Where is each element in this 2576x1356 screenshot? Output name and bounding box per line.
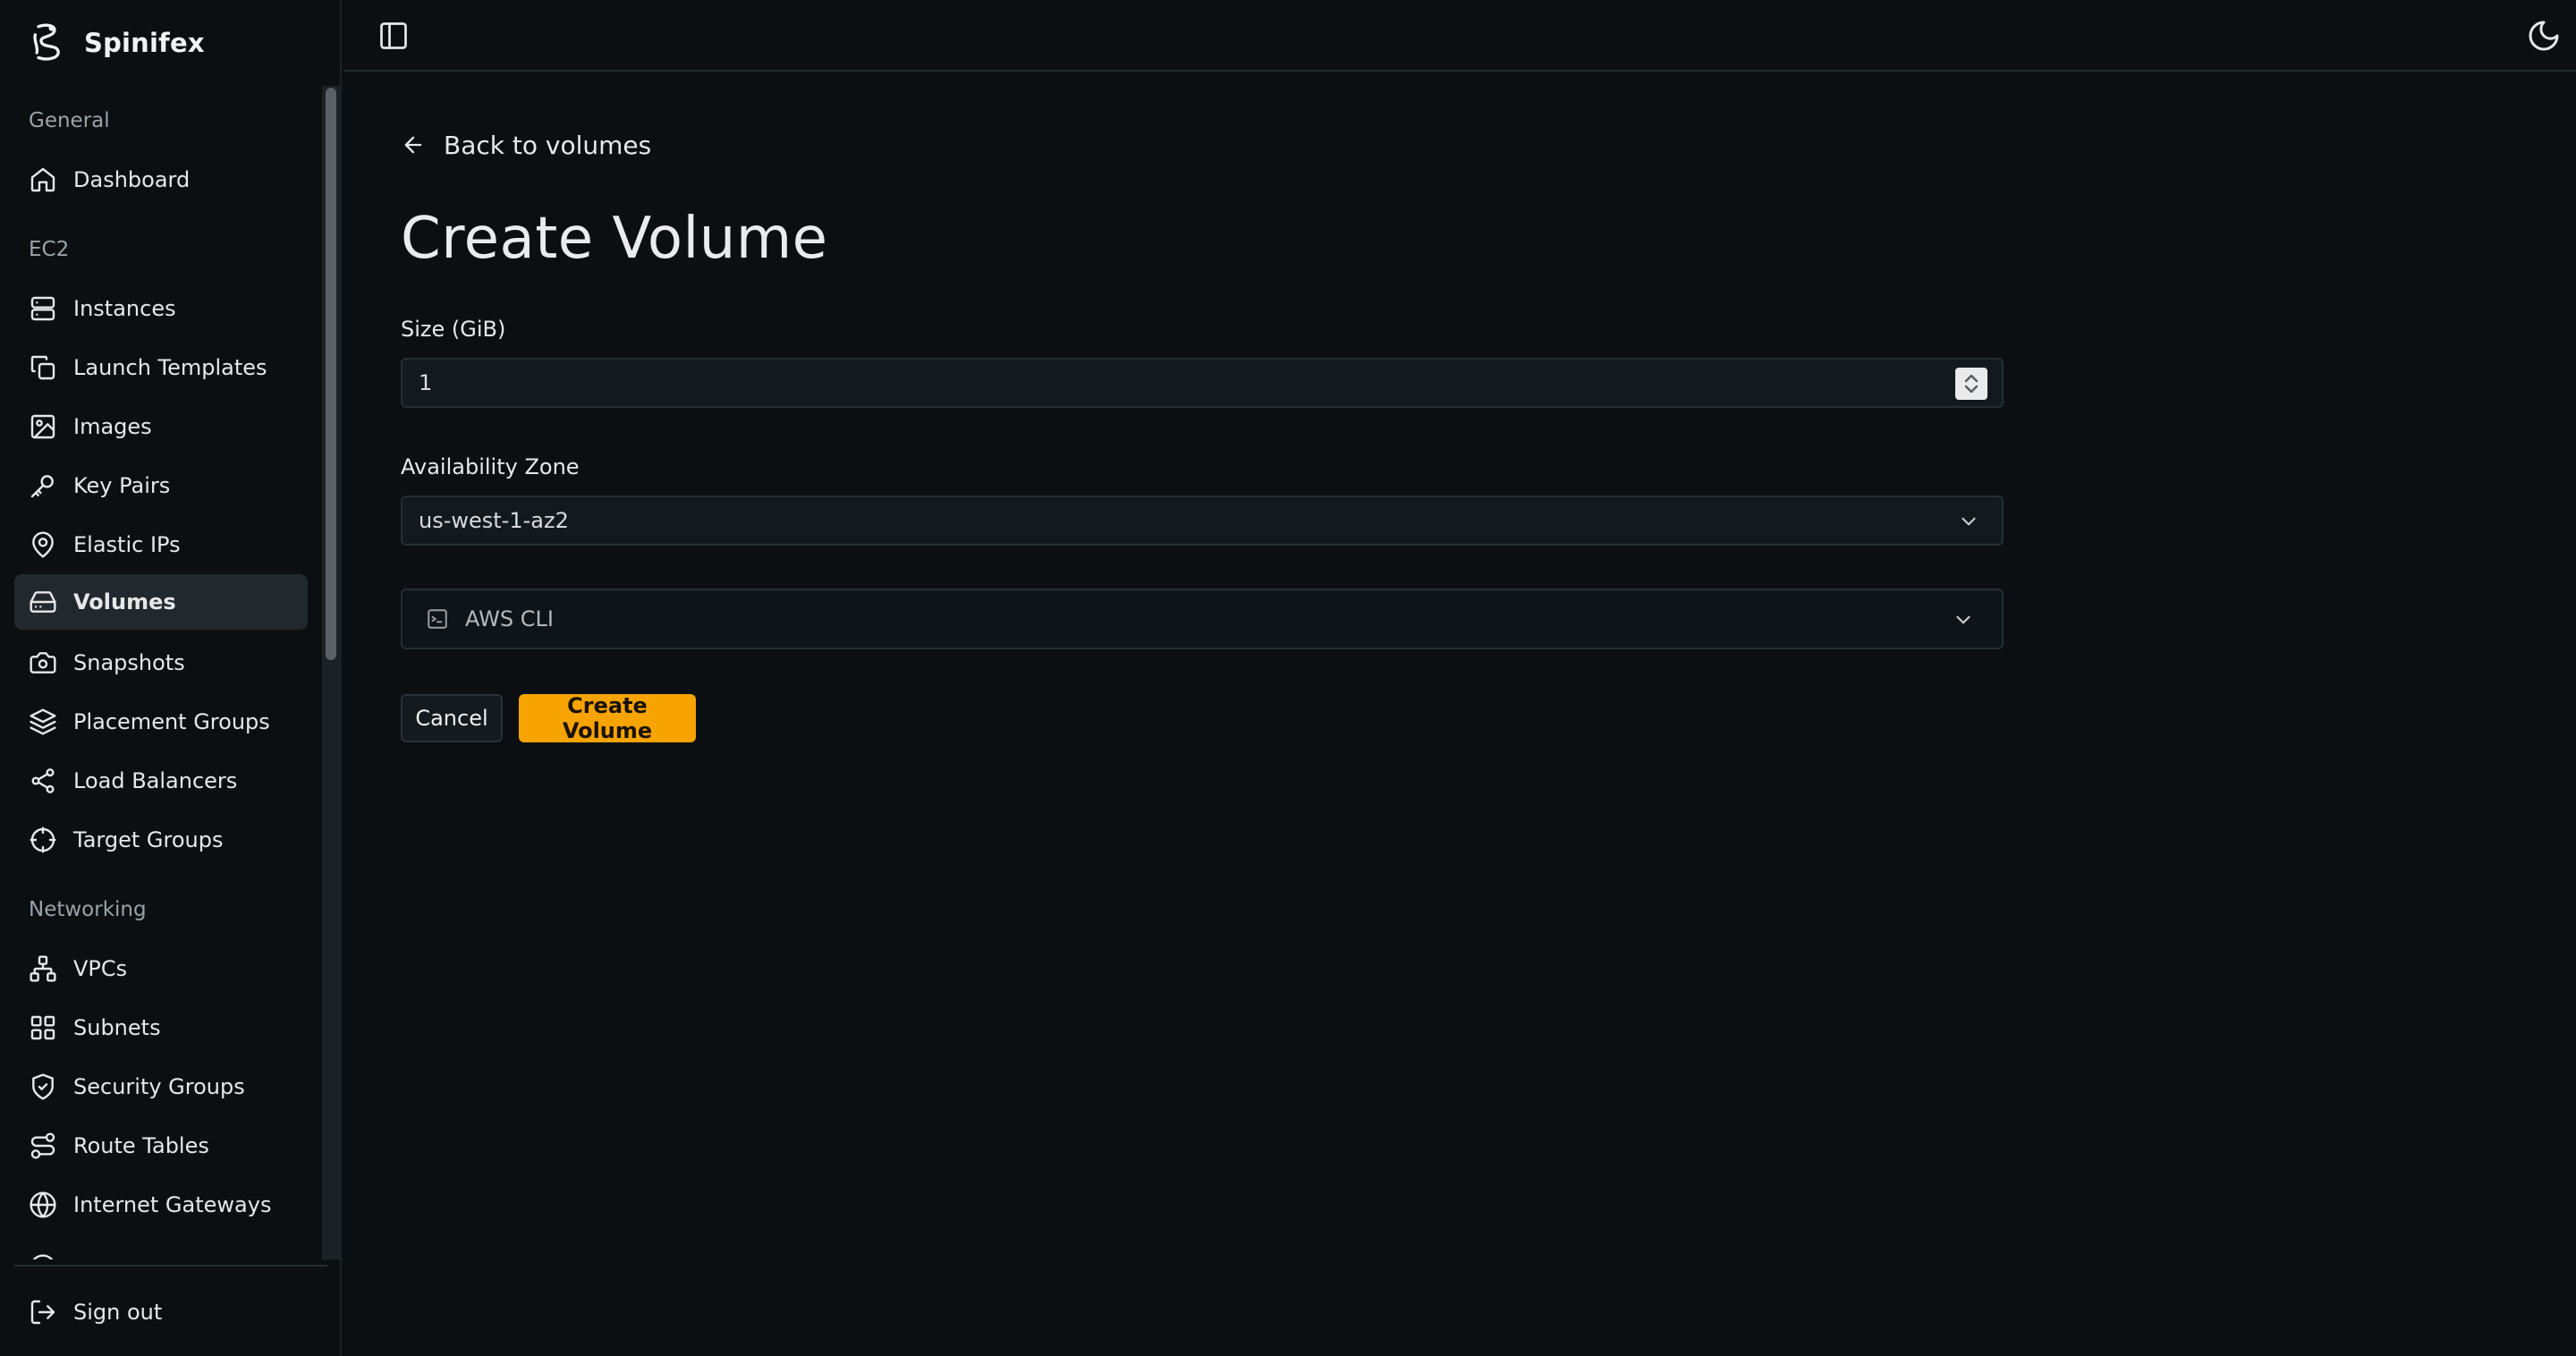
size-input[interactable]: 1 (401, 358, 2004, 408)
sidebar-item-label: Instances (73, 296, 176, 321)
availability-zone-label: Availability Zone (401, 454, 580, 479)
home-icon (30, 167, 55, 192)
availability-zone-select[interactable]: us-west-1-az2 (401, 496, 2004, 546)
key-icon (30, 475, 54, 498)
sidebar-item-label: Dashboard (73, 167, 191, 192)
sidebar-divider (14, 1265, 327, 1267)
cancel-button[interactable]: Cancel (401, 694, 503, 742)
sidebar-item-label: Launch Templates (73, 355, 267, 380)
chevron-up-down-icon (1964, 374, 1979, 394)
sidebar-item-instances[interactable]: Instances (14, 281, 308, 336)
sign-out-button[interactable]: Sign out (14, 1284, 308, 1340)
sidebar-nav[interactable]: General Dashboard EC2 Instances Launch T… (0, 86, 329, 1259)
grid-icon (30, 1015, 55, 1040)
sidebar-item-volumes[interactable]: Volumes (14, 574, 308, 630)
log-out-icon (30, 1300, 55, 1325)
sidebar-toggle-button[interactable] (377, 20, 410, 52)
copy-icon (30, 355, 55, 380)
brand-name: Spinifex (84, 28, 205, 58)
spinifex-logo-icon (29, 21, 68, 64)
sidebar-item-label: VPCs (73, 956, 128, 981)
sidebar-item-label: Load Balancers (73, 768, 238, 793)
sidebar-item-label: Key Pairs (73, 473, 171, 498)
brand[interactable]: Spinifex (29, 20, 205, 66)
chevron-down-icon (1952, 608, 1975, 631)
sidebar-item-label: Elastic IPs (73, 532, 181, 557)
sidebar-item-snapshots[interactable]: Snapshots (14, 635, 308, 691)
size-stepper[interactable] (1955, 368, 1987, 400)
route-icon (30, 1132, 55, 1159)
app-root: Spinifex General Dashboard EC2 Instances… (0, 0, 2576, 1356)
sidebar-item-label: Route Tables (73, 1133, 209, 1158)
chevron-down-icon (1962, 517, 1976, 526)
crosshair-icon (30, 826, 56, 853)
workflow-icon (31, 768, 55, 793)
sidebar-item-internet-gateways[interactable]: Internet Gateways (14, 1177, 308, 1233)
sidebar-item-label: Internet Gateways (73, 1192, 272, 1217)
aws-cli-label: AWS CLI (465, 606, 554, 631)
availability-zone-value: us-west-1-az2 (419, 508, 569, 533)
sidebar-item-launch-templates[interactable]: Launch Templates (14, 340, 308, 395)
sidebar: Spinifex General Dashboard EC2 Instances… (0, 0, 342, 1356)
map-pin-icon (32, 531, 54, 558)
aws-cli-accordion[interactable]: AWS CLI (401, 589, 2004, 649)
create-volume-button[interactable]: Create Volume (519, 693, 696, 743)
sidebar-item-partial[interactable] (14, 1240, 308, 1259)
sidebar-item-elastic-ips[interactable]: Elastic IPs (14, 517, 308, 572)
select-chevron (1957, 510, 1980, 533)
section-label-networking: Networking (29, 898, 147, 921)
server-icon (30, 296, 55, 321)
sidebar-item-security-groups[interactable]: Security Groups (14, 1059, 308, 1114)
sidebar-item-label: Placement Groups (73, 709, 270, 734)
top-bar (343, 0, 2576, 72)
sidebar-item-label: Subnets (73, 1015, 161, 1040)
hard-drive-icon (30, 591, 56, 613)
back-to-volumes-link[interactable]: Back to volumes (401, 129, 651, 161)
size-label: Size (GiB) (401, 317, 506, 342)
page-title: Create Volume (401, 206, 828, 272)
sidebar-item-target-groups[interactable]: Target Groups (14, 812, 308, 868)
sidebar-item-label: Snapshots (73, 650, 185, 675)
section-label-general: General (29, 109, 110, 132)
moon-icon (2529, 21, 2559, 51)
sidebar-item-label: Target Groups (73, 827, 224, 852)
image-icon (30, 414, 55, 439)
sidebar-item-label: Security Groups (73, 1074, 245, 1099)
theme-toggle-button[interactable] (2526, 18, 2562, 54)
size-value: 1 (419, 370, 433, 395)
sidebar-item-route-tables[interactable]: Route Tables (14, 1118, 308, 1174)
back-label: Back to volumes (444, 130, 652, 160)
sign-out-label: Sign out (73, 1300, 163, 1325)
sidebar-item-load-balancers[interactable]: Load Balancers (14, 753, 308, 809)
sidebar-scrollbar[interactable] (322, 86, 342, 1259)
section-label-ec2: EC2 (29, 238, 70, 261)
sidebar-item-label: Volumes (73, 589, 176, 614)
globe-icon (30, 1191, 56, 1218)
sidebar-item-images[interactable]: Images (14, 399, 308, 454)
sidebar-item-subnets[interactable]: Subnets (14, 1000, 308, 1055)
layers-icon (30, 708, 56, 735)
panel-left-icon (380, 22, 407, 49)
sidebar-item-label: Images (73, 414, 152, 439)
sidebar-item-dashboard[interactable]: Dashboard (14, 152, 308, 208)
sidebar-item-key-pairs[interactable]: Key Pairs (14, 458, 308, 513)
sidebar-item-vpcs[interactable]: VPCs (14, 941, 308, 996)
terminal-icon (426, 607, 449, 631)
sidebar-scrollbar-thumb[interactable] (326, 88, 336, 660)
arrow-left-icon (404, 136, 422, 154)
globe-icon (32, 1254, 54, 1259)
network-icon (30, 955, 56, 982)
shield-icon (32, 1073, 54, 1100)
camera-icon (30, 652, 56, 674)
sidebar-item-placement-groups[interactable]: Placement Groups (14, 694, 308, 750)
